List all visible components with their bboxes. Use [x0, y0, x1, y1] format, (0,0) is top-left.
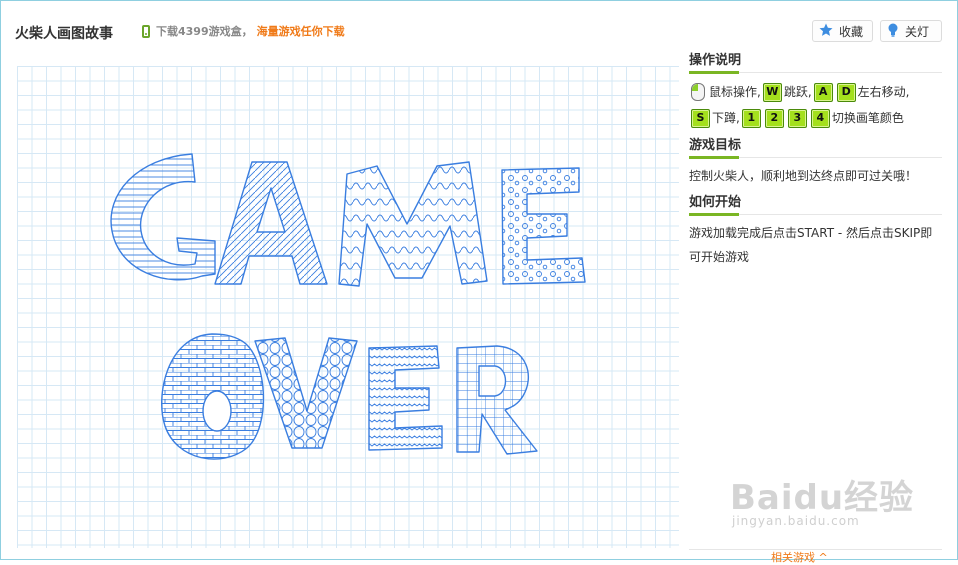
lights-off-label: 关灯 — [905, 24, 930, 39]
game-over-art — [110, 153, 586, 460]
download-promo-link[interactable]: 下载4399游戏盒， 海量游戏任你下载 — [142, 22, 345, 40]
goal-title: 游戏目标 — [689, 135, 942, 159]
key-d: D — [836, 82, 856, 102]
down-text: 下蹲, — [712, 111, 740, 125]
mouse-icon — [691, 83, 705, 101]
instructions-body: 鼠标操作, W 跳跃, A D 左右移动, S 下蹲, 1 2 3 4 切换画笔… — [689, 73, 942, 135]
color-text: 切换画笔颜色 — [831, 111, 904, 125]
key-4: 4 — [810, 108, 830, 128]
promo-text-highlight: 海量游戏任你下载 — [256, 25, 345, 38]
instructions-title: 操作说明 — [689, 50, 942, 74]
start-title: 如何开始 — [689, 192, 942, 216]
related-games-tab[interactable]: 相关游戏 ^ — [771, 549, 828, 565]
lights-off-button[interactable]: 关灯 — [880, 20, 942, 42]
key-s: S — [691, 108, 710, 128]
phone-icon — [142, 24, 150, 38]
watermark-url: jingyan.baidu.com — [732, 514, 860, 528]
letter-o-hole — [202, 390, 232, 432]
key-3: 3 — [787, 108, 807, 128]
favorite-label: 收藏 — [839, 24, 864, 39]
start-text: 游戏加载完成后点击START - 然后点击SKIP即可开始游戏 — [689, 226, 933, 264]
goal-text: 控制火柴人，顺利地到达终点即可过关哦！ — [689, 169, 918, 183]
letter-v — [254, 337, 358, 449]
controls-row-2: S 下蹲, 1 2 3 4 切换画笔颜色 — [689, 105, 942, 131]
star-icon — [819, 23, 833, 40]
favorite-button[interactable]: 收藏 — [812, 20, 873, 42]
promo-text-download: 下载4399游戏盒， — [156, 25, 253, 38]
letter-r — [456, 345, 538, 455]
lightbulb-icon — [887, 23, 899, 40]
mouse-text: 鼠标操作, — [709, 85, 761, 99]
letter-e2 — [368, 345, 443, 451]
jump-text: 跳跃, — [783, 85, 812, 99]
letter-e — [501, 167, 586, 285]
page-title: 火柴人画图故事 — [15, 26, 113, 42]
key-1: 1 — [741, 108, 761, 128]
letter-m — [338, 161, 488, 287]
baidu-watermark: Baidu经验 jingyan.baidu.com — [730, 470, 915, 528]
key-2: 2 — [764, 108, 784, 128]
key-a: A — [813, 82, 833, 102]
sidebar: 操作说明 鼠标操作, W 跳跃, A D 左右移动, S 下蹲, 1 2 3 4… — [689, 50, 942, 273]
move-text: 左右移动, — [857, 85, 910, 99]
letter-a — [214, 161, 328, 285]
controls-row-1: 鼠标操作, W 跳跃, A D 左右移动, — [689, 79, 942, 105]
letter-g — [110, 153, 216, 281]
watermark-brand: Baidu经验 — [730, 478, 915, 518]
game-canvas[interactable] — [17, 66, 679, 548]
key-w: W — [762, 82, 782, 102]
